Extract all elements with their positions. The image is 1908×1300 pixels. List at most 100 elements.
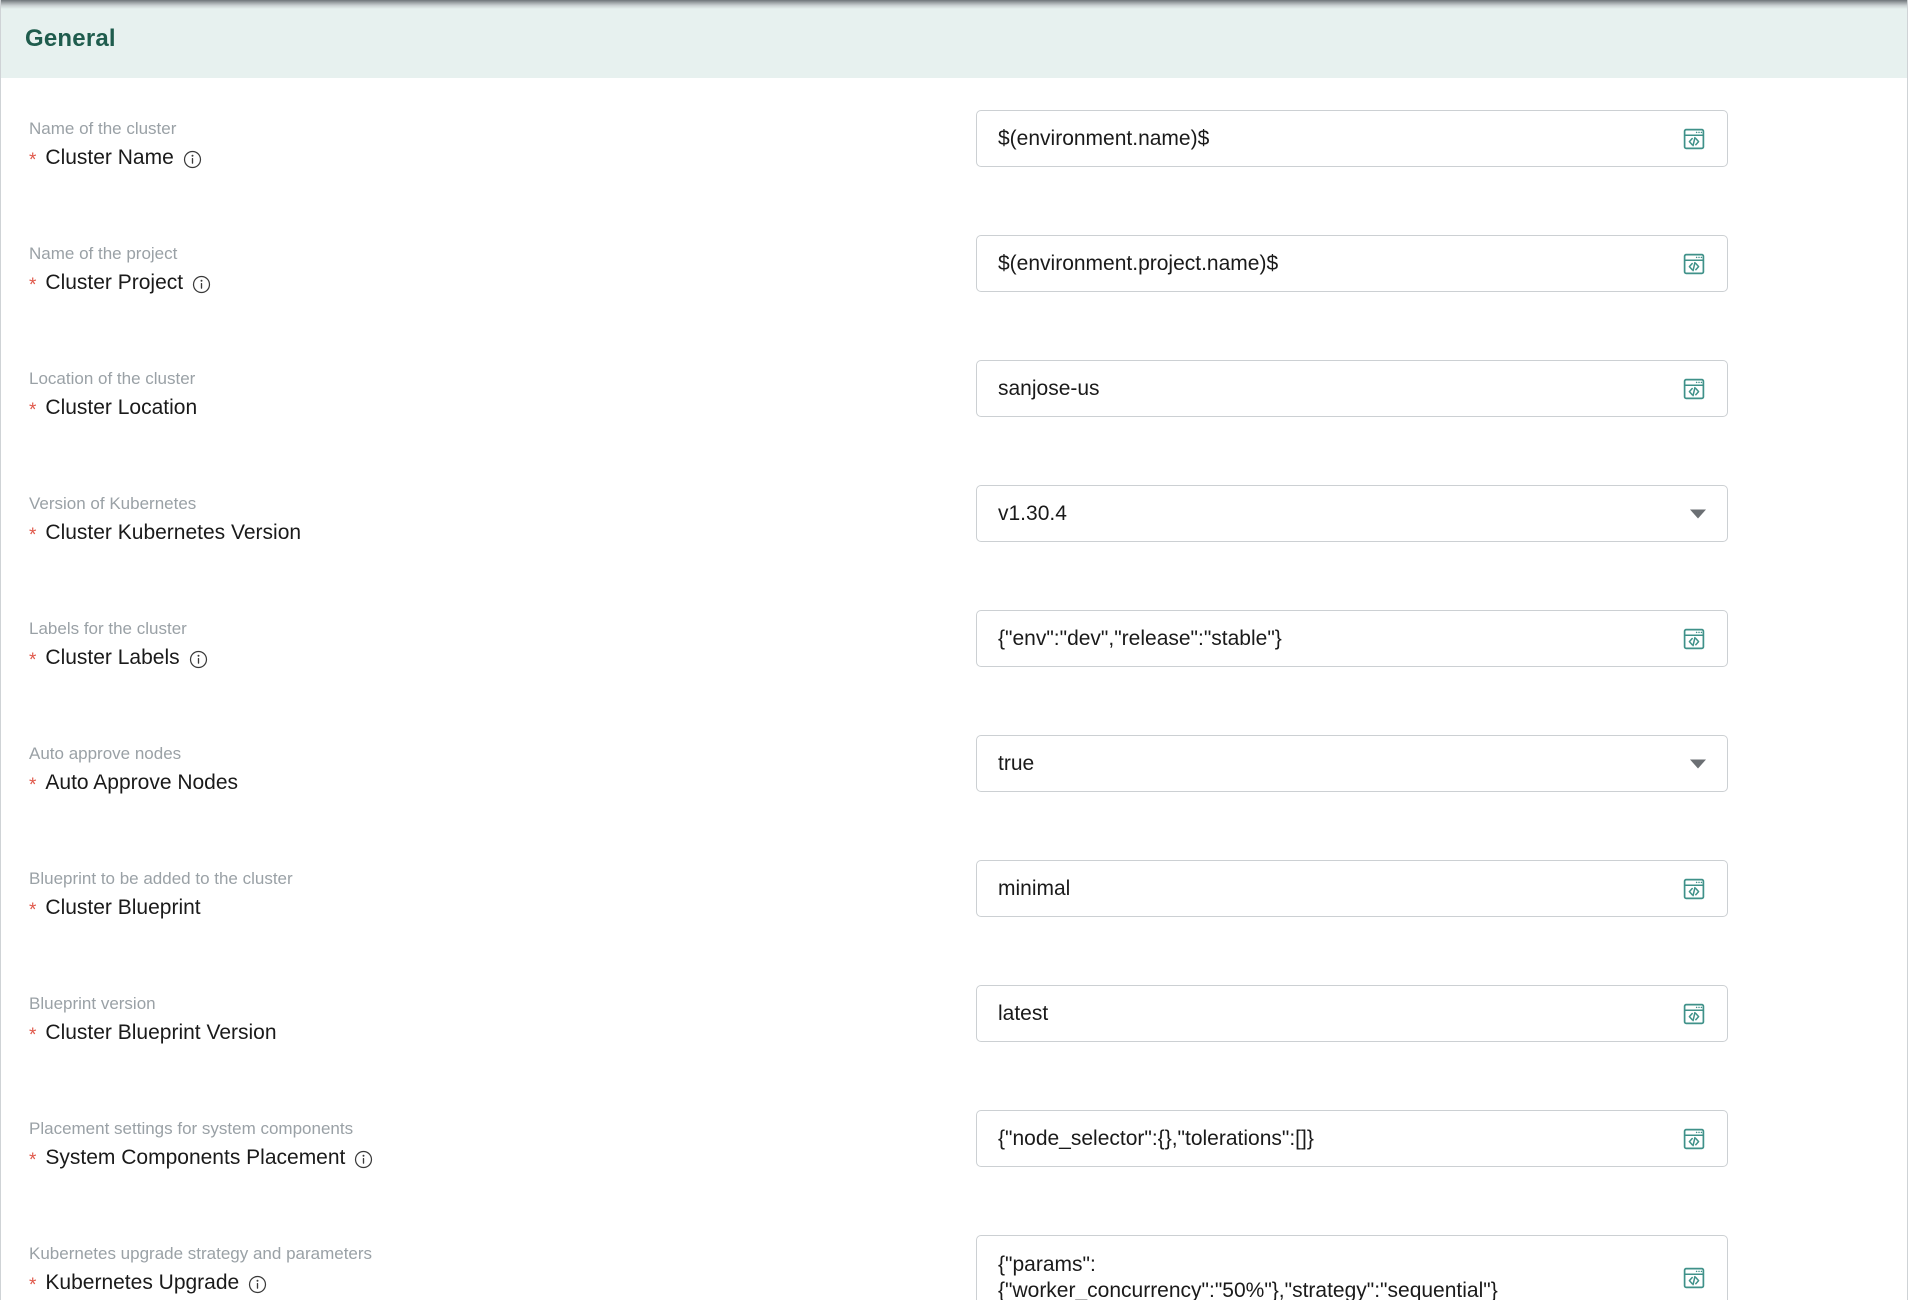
field-label-line: * Cluster Kubernetes Version [29, 520, 976, 546]
text-input-field[interactable]: sanjose-us [976, 360, 1728, 417]
field-value: latest [998, 1001, 1049, 1025]
field-value: v1.30.4 [998, 501, 1067, 525]
row-spacer [1, 1076, 1907, 1110]
required-asterisk: * [29, 899, 37, 921]
section-header: General [1, 0, 1907, 78]
field-label-line: * Cluster Blueprint Version [29, 1020, 976, 1046]
field-label: Cluster Project [45, 270, 184, 294]
field-value: {"node_selector":{},"tolerations":[]} [998, 1126, 1314, 1150]
row-spacer [1, 201, 1907, 235]
required-asterisk: * [29, 149, 37, 171]
field-label: Cluster Location [45, 395, 198, 419]
field-label: Cluster Name [45, 145, 174, 169]
field-value: sanjose-us [998, 376, 1100, 400]
field-description: Blueprint to be added to the cluster [29, 869, 293, 888]
field-value: {"params": {"worker_concurrency":"50%"},… [998, 1253, 1498, 1300]
field-value: $(environment.project.name)$ [998, 251, 1279, 275]
code-window-icon[interactable] [1682, 377, 1706, 401]
select-field[interactable]: v1.30.4 [976, 485, 1728, 542]
field-value: minimal [998, 876, 1071, 900]
text-input-field[interactable]: latest [976, 985, 1728, 1042]
row-spacer [1, 326, 1907, 360]
field-label-line: * Cluster Blueprint [29, 895, 976, 921]
required-asterisk: * [29, 1149, 37, 1171]
code-window-icon[interactable] [1682, 1266, 1706, 1290]
field-control-group: {"env":"dev","release":"stable"} [976, 610, 1728, 667]
text-input-field[interactable]: {"node_selector":{},"tolerations":[]} [976, 1110, 1728, 1167]
form-row: Blueprint to be added to the cluster * Clu… [1, 860, 1907, 951]
field-label: Kubernetes Upgrade [45, 1270, 240, 1294]
info-circle-icon[interactable] [183, 150, 202, 169]
field-label-line: * Cluster Project [29, 270, 976, 296]
field-label-line: * Cluster Name [29, 145, 976, 171]
field-description: Version of Kubernetes [29, 494, 197, 513]
field-description: Name of the cluster [29, 119, 177, 138]
required-asterisk: * [29, 274, 37, 296]
form-row: Auto approve nodes * Auto Approve Nodes tru… [1, 735, 1907, 826]
required-asterisk: * [29, 649, 37, 671]
code-window-icon[interactable] [1682, 1002, 1706, 1026]
row-spacer [1, 951, 1907, 985]
text-input-field[interactable]: {"params": {"worker_concurrency":"50%"},… [976, 1235, 1728, 1300]
code-window-icon[interactable] [1682, 1127, 1706, 1151]
text-input-field[interactable]: $(environment.name)$ [976, 110, 1728, 167]
text-input-field[interactable]: {"env":"dev","release":"stable"} [976, 610, 1728, 667]
text-input-field[interactable]: minimal [976, 860, 1728, 917]
select-field[interactable]: true [976, 735, 1728, 792]
field-label: System Components Placement [45, 1145, 346, 1169]
code-window-icon[interactable] [1682, 877, 1706, 901]
field-label-group: Name of the cluster * Cluster Name [1, 110, 976, 171]
chevron-down-icon[interactable] [1690, 759, 1706, 768]
field-control-group: {"params": {"worker_concurrency":"50%"},… [976, 1235, 1728, 1300]
form-row: Location of the cluster * Cluster Location… [1, 360, 1907, 451]
field-description: Placement settings for system components [29, 1119, 354, 1138]
settings-form: Name of the cluster * Cluster Name $(enviro… [1, 78, 1907, 1300]
field-control-group: {"node_selector":{},"tolerations":[]} [976, 1110, 1728, 1167]
form-row: Version of Kubernetes * Cluster Kubernetes… [1, 485, 1907, 576]
info-circle-icon[interactable] [189, 650, 208, 669]
field-label: Cluster Blueprint [45, 895, 201, 919]
field-description: Blueprint version [29, 994, 156, 1013]
field-control-group: $(environment.project.name)$ [976, 235, 1728, 292]
code-window-icon[interactable] [1682, 252, 1706, 276]
required-asterisk: * [29, 399, 37, 421]
field-control-group: $(environment.name)$ [976, 110, 1728, 167]
text-input-field[interactable]: $(environment.project.name)$ [976, 235, 1728, 292]
general-settings-panel: General Name of the cluster * Cluster Name… [0, 0, 1908, 1300]
field-label-group: Kubernetes upgrade strategy and paramete… [1, 1235, 976, 1296]
field-label-line: * Kubernetes Upgrade [29, 1270, 976, 1296]
field-control-group: minimal [976, 860, 1728, 917]
field-control-group: latest [976, 985, 1728, 1042]
field-label-group: Blueprint version * Cluster Blueprint Vers… [1, 985, 976, 1046]
field-description: Auto approve nodes [29, 744, 182, 763]
field-label-group: Labels for the cluster * Cluster Labels [1, 610, 976, 671]
field-description: Labels for the cluster [29, 619, 187, 638]
code-window-icon[interactable] [1682, 127, 1706, 151]
field-value: $(environment.name)$ [998, 126, 1210, 150]
required-asterisk: * [29, 1274, 37, 1296]
field-label-group: Version of Kubernetes * Cluster Kubernetes… [1, 485, 976, 546]
info-circle-icon[interactable] [354, 1150, 373, 1169]
field-label-line: * Cluster Labels [29, 645, 976, 671]
chevron-down-icon[interactable] [1690, 509, 1706, 518]
field-label-group: Blueprint to be added to the cluster * Clu… [1, 860, 976, 921]
field-label-group: Placement settings for system components… [1, 1110, 976, 1171]
form-row: Labels for the cluster * Cluster Labels {"e… [1, 610, 1907, 701]
code-window-icon[interactable] [1682, 627, 1706, 651]
field-label-group: Name of the project * Cluster Project [1, 235, 976, 296]
field-description: Kubernetes upgrade strategy and paramete… [29, 1244, 373, 1263]
info-circle-icon[interactable] [192, 275, 211, 294]
field-control-group: sanjose-us [976, 360, 1728, 417]
form-row: Placement settings for system components… [1, 1110, 1907, 1201]
field-label-line: * Cluster Location [29, 395, 976, 421]
field-value: true [998, 751, 1035, 775]
field-description: Location of the cluster [29, 369, 196, 388]
row-spacer [1, 826, 1907, 860]
form-row: Name of the project * Cluster Project $(env… [1, 235, 1907, 326]
required-asterisk: * [29, 1024, 37, 1046]
row-spacer [1, 701, 1907, 735]
field-label-group: Auto approve nodes * Auto Approve Nodes [1, 735, 976, 796]
field-value: {"env":"dev","release":"stable"} [998, 626, 1282, 650]
info-circle-icon[interactable] [248, 1275, 267, 1294]
row-spacer [1, 576, 1907, 610]
